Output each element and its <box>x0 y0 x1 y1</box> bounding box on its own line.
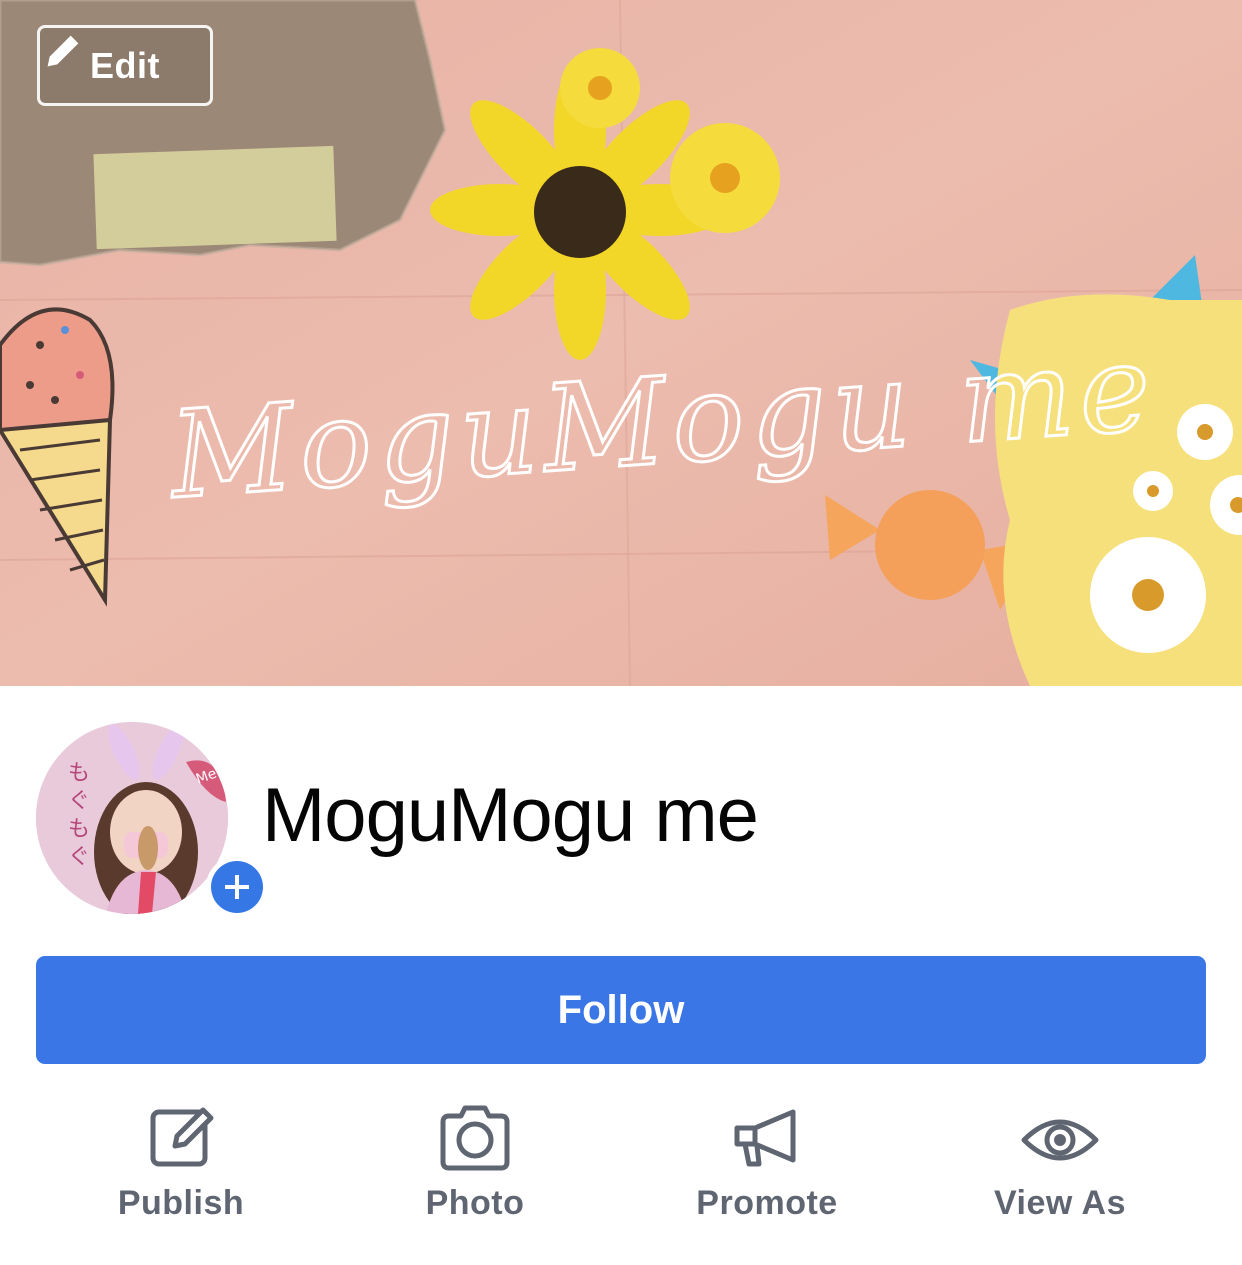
photo-label: Photo <box>425 1184 525 1222</box>
publish-button[interactable]: Publish <box>71 1098 291 1238</box>
avatar-side-text: ぐ <box>68 789 90 814</box>
view-as-label: View As <box>993 1184 1126 1222</box>
edit-cover-button[interactable]: Edit <box>37 25 213 106</box>
publish-label: Publish <box>117 1184 245 1222</box>
profile-photo-artwork: Me も ぐ も ぐ <box>36 722 228 914</box>
photo-button[interactable]: Photo <box>365 1098 585 1238</box>
megaphone-icon <box>734 1109 796 1167</box>
promote-button[interactable]: Promote <box>657 1098 877 1238</box>
camera-icon <box>440 1105 510 1171</box>
publish-icon <box>150 1107 214 1167</box>
avatar-side-text: も <box>68 761 90 786</box>
eye-icon <box>1021 1119 1099 1161</box>
follow-button[interactable]: Follow <box>36 956 1206 1064</box>
edit-cover-label: Edit <box>90 44 160 86</box>
profile-photo-container: Me も ぐ も ぐ <box>36 722 268 918</box>
avatar-side-text: も <box>68 817 90 842</box>
view-as-button[interactable]: View As <box>950 1098 1170 1238</box>
pencil-icon <box>47 35 79 67</box>
plus-icon <box>211 861 263 913</box>
add-profile-photo-button[interactable] <box>206 856 268 918</box>
promote-label: Promote <box>696 1184 838 1222</box>
profile-photo[interactable]: Me も ぐ も ぐ <box>36 722 228 914</box>
page-title: MoguMogu me <box>262 773 759 858</box>
avatar-side-text: ぐ <box>68 845 90 870</box>
cover-photo[interactable]: MoguMogu me Edit <box>0 0 1242 686</box>
page-actions-bar: Publish Photo Promote View As <box>36 1098 1206 1238</box>
